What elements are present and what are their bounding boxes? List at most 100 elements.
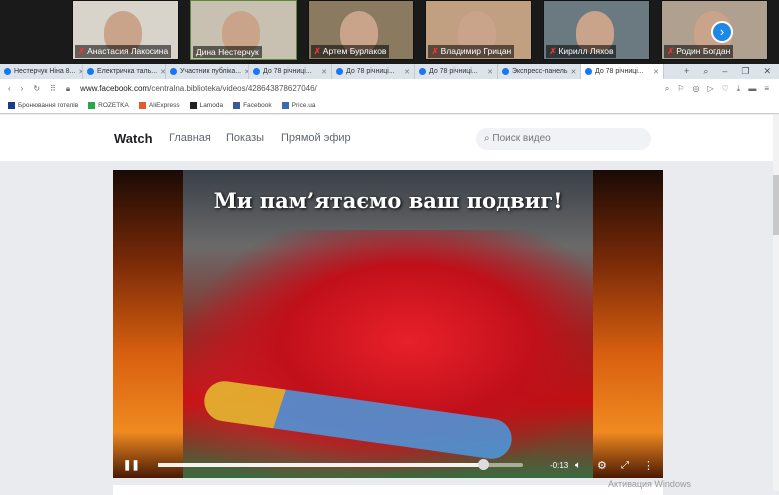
reload-icon[interactable]: ↻	[33, 84, 40, 93]
heart-icon[interactable]: ♡	[722, 84, 729, 94]
participant-name-text: Родин Богдан	[676, 46, 731, 56]
nav-shows[interactable]: Показы	[226, 132, 264, 144]
nav-home[interactable]: Главная	[169, 132, 211, 144]
close-tab-icon[interactable]: ✕	[653, 68, 659, 76]
settings-icon[interactable]: ⚙	[597, 459, 607, 472]
bookmark-item[interactable]: Facebook	[233, 101, 272, 110]
favicon-icon	[170, 68, 177, 75]
window-controls: + ⌕ – ❐ ✕	[676, 64, 779, 79]
windows-activation-watermark: Активация Windows	[608, 479, 691, 489]
apps-icon[interactable]: ⠿	[50, 84, 56, 93]
bookmark-label: Price.ua	[291, 102, 316, 110]
muted-mic-icon: ✗	[549, 46, 557, 56]
browser-tab[interactable]: До 78 річниці... ✕	[332, 64, 415, 79]
participant-name-text: Дина Нестерчук	[195, 47, 259, 57]
time-remaining: -0:13	[550, 460, 569, 470]
battery-icon[interactable]: ▬	[748, 84, 756, 94]
new-tab-button[interactable]: +	[684, 66, 689, 77]
pause-button[interactable]: ❚❚	[123, 460, 140, 471]
participant-tile[interactable]: ✗ Владимир Грицан	[425, 0, 533, 60]
page-scrollbar[interactable]	[773, 115, 779, 491]
download-icon[interactable]: ⤓	[737, 84, 741, 94]
back-icon[interactable]: ‹	[8, 84, 11, 93]
video-frame-fire-left	[113, 170, 183, 478]
video-player[interactable]: Ми пам’ятаємо ваш подвиг! ❚❚ -0:13 🔈︎ ⚙ …	[113, 170, 663, 478]
translate-icon[interactable]: ⚐	[677, 84, 684, 94]
tab-label: До 78 річниці...	[429, 68, 478, 75]
tab-label: Нестерчук Ніна 8...	[14, 68, 76, 75]
video-frame-fire-right	[593, 170, 663, 478]
participant-tile[interactable]: ✗ Кирилл Ляхов	[543, 0, 651, 60]
close-tab-icon[interactable]: ✕	[487, 68, 493, 76]
favicon-icon	[502, 68, 509, 75]
camera-icon[interactable]: ◎	[692, 84, 699, 94]
bookmark-favicon-icon	[281, 101, 289, 109]
tab-label: До 78 річниці...	[595, 68, 644, 75]
participant-tile[interactable]: ✗ Анастасия Лакосина	[72, 0, 179, 60]
zoom-icon[interactable]: ⌕	[665, 84, 669, 94]
bookmark-label: AliExpress	[148, 102, 180, 110]
close-tab-icon[interactable]: ✕	[321, 68, 327, 76]
bookmark-label: Facebook	[243, 102, 272, 110]
more-options-icon[interactable]: ⋮	[643, 459, 654, 472]
video-info-panel	[113, 485, 663, 495]
meeting-gallery: ✗ Анастасия Лакосина Дина Нестерчук ✗ Артем …	[0, 0, 779, 64]
browser-tab[interactable]: До 78 річниці... ✕	[581, 64, 664, 79]
bookmark-favicon-icon	[138, 101, 146, 109]
watch-title[interactable]: Watch	[114, 131, 153, 146]
next-page-button[interactable]: ›	[711, 21, 733, 43]
fullscreen-icon[interactable]: ⤢	[621, 460, 629, 471]
participant-name-text: Анастасия Лакосина	[87, 46, 169, 56]
address-bar: ‹ › ↻ ⠿ 🔒︎ www.facebook.com/centralna.bi…	[0, 79, 779, 98]
participant-name: ✗ Родин Богдан	[664, 45, 734, 58]
video-controls: ❚❚ -0:13 🔈︎ ⚙ ⤢ ⋮	[113, 452, 663, 478]
seek-handle[interactable]	[477, 459, 489, 470]
tab-label: До 78 річниці...	[263, 68, 312, 75]
menu-icon[interactable]: ≡	[764, 84, 769, 94]
bookmark-favicon-icon	[233, 101, 241, 109]
participant-name-text: Артем Бурлаков	[322, 46, 387, 56]
favicon-icon	[336, 68, 343, 75]
bookmark-label: ROZETKA	[98, 102, 129, 110]
bookmark-item[interactable]: Lamoda	[189, 101, 223, 109]
url-input[interactable]: www.facebook.com/centralna.biblioteka/vi…	[80, 84, 317, 93]
seek-progress	[158, 463, 483, 467]
participant-name: ✗ Кирилл Ляхов	[546, 45, 617, 58]
forward-icon[interactable]: ›	[21, 84, 24, 93]
close-tab-icon[interactable]: ✕	[404, 68, 410, 76]
close-tab-icon[interactable]: ✕	[571, 68, 577, 76]
volume-icon[interactable]: 🔈︎	[575, 460, 581, 471]
minimize-icon[interactable]: –	[722, 66, 727, 77]
bookmark-item[interactable]: Бронювання готелів	[8, 101, 79, 110]
lock-icon: 🔒︎	[65, 83, 71, 93]
browser-tab[interactable]: До 78 річниці... ✕	[249, 64, 332, 79]
browser-tab[interactable]: Нестерчук Ніна 8...✕	[0, 64, 83, 79]
participant-name: ✗ Анастасия Лакосина	[75, 45, 172, 58]
browser-tab[interactable]: Участник публіка...✕	[166, 64, 249, 79]
participant-tile[interactable]: ✗ Артем Бурлаков	[307, 0, 415, 60]
nav-live[interactable]: Прямой эфир	[281, 132, 351, 144]
muted-mic-icon: ✗	[78, 46, 86, 56]
participant-name: ✗ Владимир Грицан	[428, 45, 515, 58]
participant-name-text: Кирилл Ляхов	[558, 46, 614, 56]
browser-tab[interactable]: До 78 річниці... ✕	[415, 64, 498, 79]
bookmark-item[interactable]: AliExpress	[138, 101, 180, 110]
restore-icon[interactable]: ❐	[741, 66, 749, 77]
bookmark-favicon-icon	[8, 101, 15, 109]
close-icon[interactable]: ✕	[763, 66, 771, 77]
bookmark-item[interactable]: ROZETKA	[88, 101, 129, 110]
favicon-icon	[253, 68, 260, 75]
send-icon[interactable]: ▷	[707, 84, 713, 94]
tab-label: Електричка таль...	[97, 68, 158, 75]
video-search-input[interactable]: ⌕ Поиск видео	[476, 128, 651, 150]
seek-bar[interactable]	[158, 459, 523, 470]
browser-tab[interactable]: Електричка таль... ✕	[83, 64, 166, 79]
bookmark-item[interactable]: Price.ua	[281, 101, 316, 110]
search-icon[interactable]: ⌕	[703, 66, 708, 77]
participant-tile[interactable]: Дина Нестерчук	[189, 0, 297, 60]
bookmark-favicon-icon	[189, 101, 197, 109]
bookmark-label: Бронювання готелів	[18, 102, 79, 110]
favicon-icon	[4, 68, 11, 75]
bookmark-favicon-icon	[88, 101, 96, 109]
browser-tab[interactable]: Экспресс-панель ✕	[498, 64, 581, 79]
